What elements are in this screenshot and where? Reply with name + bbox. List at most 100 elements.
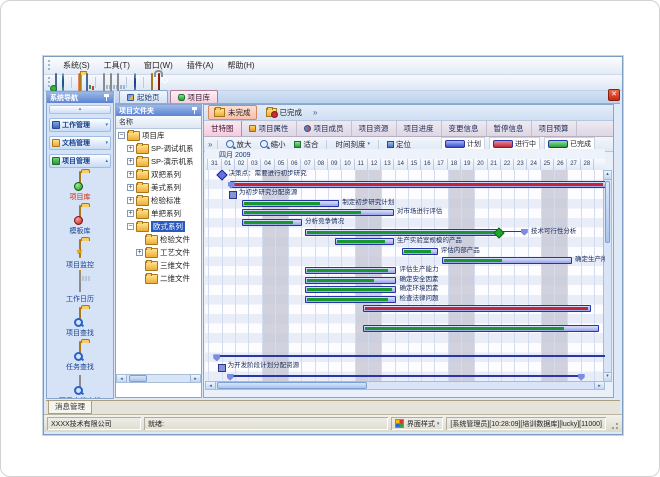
tree-node[interactable]: +美式系列	[116, 181, 201, 194]
sidebar-group-document[interactable]: 文档管理 ▾	[49, 136, 111, 150]
gantt-task-bar[interactable]	[402, 248, 437, 255]
tree-node[interactable]: 二维文件	[116, 272, 201, 285]
tab-start-page[interactable]: 起始页	[119, 90, 168, 103]
scrollbar-thumb[interactable]	[217, 382, 367, 389]
message-management-tab[interactable]: 消息管理	[48, 401, 92, 414]
gantt-task-bar[interactable]	[242, 209, 394, 216]
resize-grip[interactable]	[609, 417, 619, 430]
legend-swatch	[445, 140, 465, 148]
scrollbar-thumb[interactable]	[605, 181, 610, 243]
gantt-task-bar[interactable]	[305, 229, 500, 236]
tree-node[interactable]: −项目库	[116, 129, 201, 142]
scroll-left-icon[interactable]: ◂	[117, 375, 127, 382]
filter-overflow-icon[interactable]: »	[313, 108, 317, 117]
tree-node[interactable]: +单把系列	[116, 207, 201, 220]
tree-column-header[interactable]: 名称	[116, 116, 201, 129]
tree-node[interactable]: +双把系列	[116, 168, 201, 181]
tree-node[interactable]: +工艺文件	[116, 246, 201, 259]
sidebar-item-task-search[interactable]: 任务查找	[47, 342, 113, 372]
gantt-horizontal-scrollbar[interactable]: ◂ ▸	[205, 381, 605, 390]
scrollbar-thumb[interactable]	[129, 375, 147, 382]
gantt-task-bar[interactable]	[363, 325, 599, 332]
gantt-summary-bar[interactable]	[363, 305, 591, 312]
filter-unfinished-button[interactable]: 未完成	[208, 105, 257, 120]
pushpin-icon[interactable]	[103, 94, 110, 102]
sidebar-item-project-monitor[interactable]: 项目监控	[47, 240, 113, 270]
chart-window-icon[interactable]	[85, 73, 89, 93]
calendar-edit-icon[interactable]	[109, 73, 113, 93]
gantt-tab-3[interactable]: 项目成员	[297, 121, 352, 136]
tree-node[interactable]: 三维文件	[116, 259, 201, 272]
toolbar-overflow-icon[interactable]: »	[208, 140, 212, 149]
globe-icon[interactable]	[61, 73, 65, 93]
gantt-tab-6[interactable]: 变更信息	[442, 121, 487, 136]
sidebar-group-work[interactable]: 工作管理 ▾	[49, 118, 111, 132]
open-folder-icon[interactable]	[78, 73, 82, 93]
tree-expander-icon[interactable]: +	[127, 171, 134, 178]
scroll-right-icon[interactable]: ▸	[594, 382, 604, 389]
sidebar-group-project[interactable]: 项目管理 ▴	[49, 154, 111, 168]
gantt-tab-2[interactable]: 项目属性	[242, 121, 297, 136]
tree-node[interactable]: +SP-演示机系	[116, 155, 201, 168]
sidebar-item-project-doc-search[interactable]: 项目文档查找	[47, 376, 113, 399]
sidebar-item-project-search[interactable]: 项目查找	[47, 308, 113, 338]
gridline	[461, 170, 462, 382]
gantt-task-node[interactable]	[218, 364, 226, 372]
tree-horizontal-scrollbar[interactable]: ◂ ▸	[116, 374, 201, 383]
gantt-task-bar[interactable]	[242, 200, 340, 207]
menu-tools[interactable]: 工具(T)	[97, 58, 137, 73]
scroll-left-icon[interactable]: ◂	[206, 382, 216, 389]
tree-expander-icon[interactable]: +	[127, 145, 134, 152]
calendar-red-icon[interactable]	[102, 73, 106, 93]
database-icon	[178, 94, 185, 101]
tree-node[interactable]: 检验文件	[116, 233, 201, 246]
gantt-milestone[interactable]	[216, 170, 227, 181]
gantt-summary-line[interactable]	[230, 375, 581, 377]
sidebar-scroll-up[interactable]: ▴	[49, 105, 111, 114]
tree-expander-icon[interactable]: +	[127, 184, 134, 191]
tree-expander-icon[interactable]: +	[136, 249, 143, 256]
project-tree-panel: 项目文件夹 名称 −项目库+SP-调试机系+SP-演示机系+双把系列+美式系列+…	[115, 104, 202, 398]
gantt-tab-1[interactable]: 甘特图	[204, 121, 242, 136]
scroll-up-icon[interactable]: ▴	[604, 171, 611, 180]
tree-expander-icon[interactable]: +	[127, 197, 134, 204]
menu-help[interactable]: 帮助(H)	[220, 58, 261, 73]
tree-node[interactable]: −欧式系列	[116, 220, 201, 233]
close-icon[interactable]	[608, 89, 620, 101]
gantt-summary-bar[interactable]	[230, 181, 605, 188]
ui-style-dropdown[interactable]: 界面样式▾	[391, 417, 444, 430]
filter-finished-button[interactable]: 已完成	[261, 106, 308, 119]
menu-plugins[interactable]: 插件(A)	[180, 58, 221, 73]
gantt-task-node[interactable]	[229, 191, 237, 199]
gantt-tab-7[interactable]: 暂停信息	[487, 121, 532, 136]
tree-expander-icon[interactable]: +	[127, 158, 134, 165]
tree-expander-icon[interactable]: −	[127, 223, 134, 230]
tree-expander-icon[interactable]: −	[118, 132, 125, 139]
gantt-tab-5[interactable]: 项目进度	[397, 121, 442, 136]
gantt-task-bar[interactable]	[305, 296, 396, 303]
gantt-task-bar[interactable]	[305, 267, 396, 274]
gantt-tab-8[interactable]: 项目预算	[532, 121, 577, 136]
tree-node[interactable]: +SP-调试机系	[116, 142, 201, 155]
gantt-vertical-scrollbar[interactable]: ▴ ▾	[603, 170, 612, 382]
gantt-task-bar[interactable]	[335, 238, 394, 245]
gantt-task-bar[interactable]	[305, 277, 396, 284]
gantt-task-bar[interactable]	[305, 286, 396, 293]
sidebar-item-work-calendar[interactable]: 工作日历	[47, 274, 113, 304]
gantt-summary-line[interactable]	[216, 355, 604, 357]
sidebar-item-template-library[interactable]: 模板库	[47, 206, 113, 236]
pushpin-icon[interactable]	[191, 107, 198, 115]
sidebar-item-project-library[interactable]: 项目库	[47, 172, 113, 202]
scroll-down-icon[interactable]: ▾	[604, 372, 611, 381]
gantt-task-bar[interactable]	[242, 219, 303, 226]
button-label: 定位	[396, 139, 411, 150]
group-label: 工作管理	[62, 120, 103, 130]
menu-system[interactable]: 系统(S)	[56, 58, 97, 73]
scroll-right-icon[interactable]: ▸	[190, 375, 200, 382]
tree-node[interactable]: +检验标准	[116, 194, 201, 207]
tab-project-library[interactable]: 项目库	[170, 90, 219, 103]
tree-expander-icon[interactable]: +	[127, 210, 134, 217]
gantt-tab-4[interactable]: 项目资源	[352, 121, 397, 136]
computer-icon[interactable]	[54, 73, 58, 93]
gantt-task-bar[interactable]	[442, 257, 572, 264]
